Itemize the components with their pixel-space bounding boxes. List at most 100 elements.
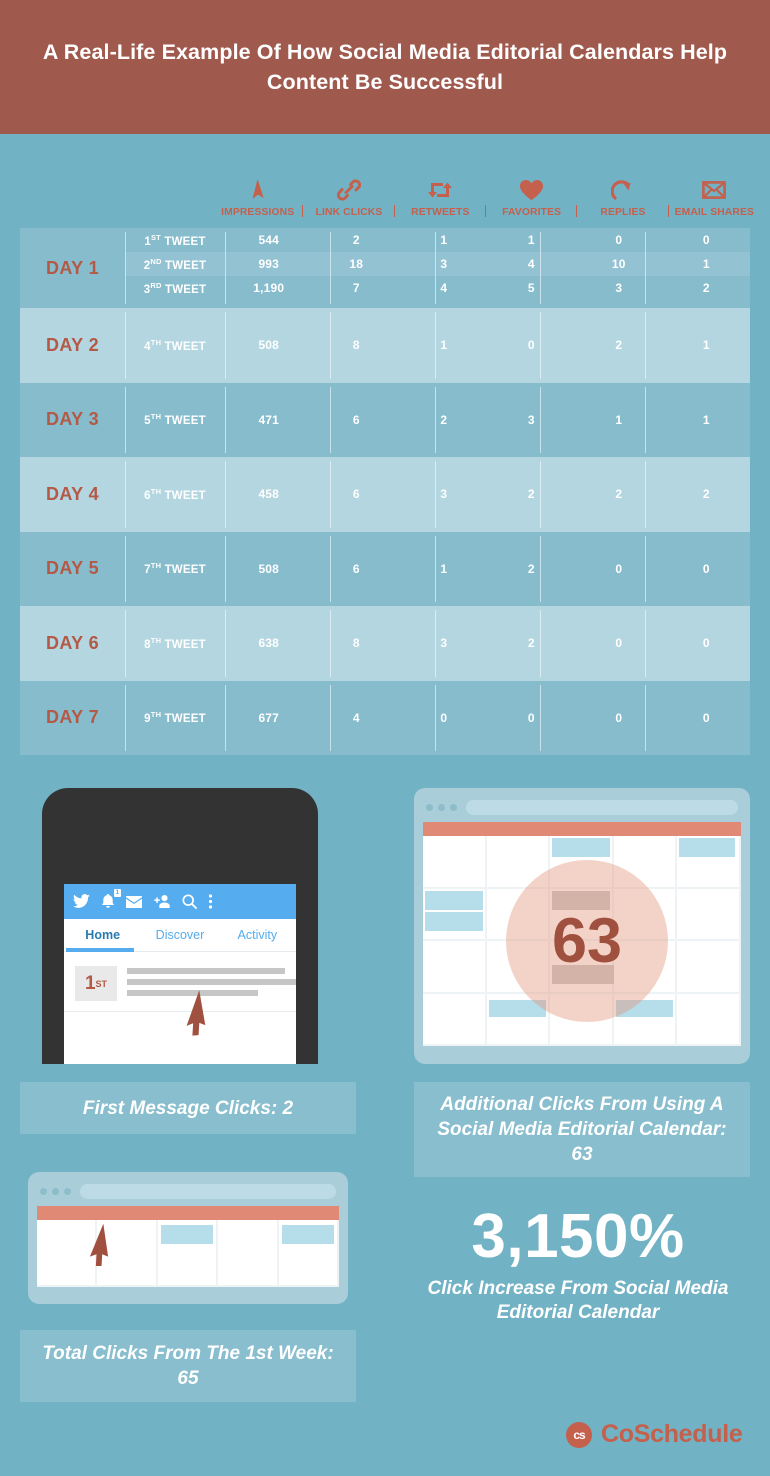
day-block: DAY 4 6TH TWEET 458 6 3 2 2 2 bbox=[20, 457, 750, 532]
column-divider bbox=[435, 610, 436, 677]
column-divider bbox=[645, 610, 646, 677]
page-header: A Real-Life Example Of How Social Media … bbox=[0, 0, 770, 134]
day-block: DAY 5 7TH TWEET 508 6 1 2 0 0 bbox=[20, 531, 750, 606]
notifications-bell-icon[interactable]: 1 bbox=[101, 889, 121, 909]
calendar-cell[interactable] bbox=[157, 1220, 219, 1287]
address-bar[interactable] bbox=[80, 1183, 336, 1199]
day-label: DAY 5 bbox=[45, 558, 100, 579]
tweet-label-cell: 2ND TWEET bbox=[143, 256, 207, 272]
calendar-cell[interactable] bbox=[677, 888, 741, 941]
metric-cell: 993 bbox=[258, 257, 280, 271]
day-label: DAY 1 bbox=[45, 257, 100, 278]
metric-cell: 0 bbox=[615, 561, 623, 576]
metric-cell: 0 bbox=[527, 338, 535, 353]
day-label: DAY 6 bbox=[45, 632, 100, 653]
column-divider bbox=[540, 610, 541, 677]
column-divider bbox=[125, 610, 126, 677]
column-divider bbox=[645, 386, 646, 453]
calendar-cell[interactable] bbox=[423, 941, 487, 994]
column-divider bbox=[125, 312, 126, 379]
link-icon bbox=[336, 176, 361, 204]
column-divider bbox=[330, 684, 331, 751]
day-rows: 5TH TWEET 471 6 2 3 1 1 bbox=[125, 383, 750, 458]
window-dot[interactable] bbox=[426, 803, 433, 811]
phone-screen: 1 Home Discover Activity 1 ST bbox=[64, 884, 296, 1064]
coschedule-logo[interactable]: cs CoSchedule bbox=[566, 1420, 743, 1449]
timeline-browser-window bbox=[28, 1172, 348, 1304]
twitter-bird-icon[interactable] bbox=[73, 894, 90, 909]
metric-cell: 1 bbox=[440, 233, 448, 247]
tweet-label-cell: 8TH TWEET bbox=[144, 635, 206, 651]
tweet-label-cell: 1ST TWEET bbox=[144, 232, 206, 248]
calendar-cell[interactable] bbox=[677, 993, 741, 1046]
cursor-arrow-icon bbox=[176, 990, 212, 1041]
coschedule-wordmark: CoSchedule bbox=[601, 1420, 743, 1448]
metric-cell: 7 bbox=[352, 281, 360, 295]
calendar-event[interactable] bbox=[552, 838, 610, 857]
window-dot[interactable] bbox=[450, 803, 457, 811]
metric-cell: 8 bbox=[352, 636, 360, 651]
day-label-cell: DAY 7 bbox=[20, 681, 125, 756]
metric-cell: 2 bbox=[527, 561, 535, 576]
calendar-event[interactable] bbox=[425, 911, 483, 931]
calendar-cell[interactable] bbox=[677, 836, 741, 889]
metric-cell: 3 bbox=[615, 281, 623, 295]
table-row: 2ND TWEET 993 18 3 4 10 1 bbox=[125, 252, 750, 276]
metric-cell: 4 bbox=[440, 281, 448, 295]
avatar-number: 1 bbox=[84, 972, 96, 994]
caption-first-message-clicks: First Message Clicks: 2 bbox=[20, 1082, 356, 1134]
metric-cell: 6 bbox=[352, 487, 360, 502]
metric-cell: 2 bbox=[527, 487, 535, 502]
messages-envelope-icon[interactable] bbox=[126, 895, 142, 908]
day-rows: 8TH TWEET 638 8 3 2 0 0 bbox=[125, 606, 750, 681]
overflow-menu-icon[interactable] bbox=[208, 894, 213, 909]
search-icon[interactable] bbox=[182, 894, 197, 909]
column-header-label: RETWEETS bbox=[411, 207, 470, 218]
tab-discover[interactable]: Discover bbox=[141, 928, 218, 942]
metric-cell: 1 bbox=[440, 338, 448, 353]
column-header-label: LINK CLICKS bbox=[315, 207, 383, 218]
calendar-cell[interactable] bbox=[677, 941, 741, 994]
metric-cell: 638 bbox=[258, 636, 280, 651]
column-header-retweets: RETWEETS bbox=[395, 164, 486, 218]
metric-cell: 1 bbox=[702, 338, 710, 353]
text-line bbox=[127, 968, 285, 974]
calendar-cell[interactable] bbox=[278, 1220, 339, 1287]
calendar-cell[interactable] bbox=[423, 836, 487, 889]
calendar-cell[interactable] bbox=[423, 888, 487, 941]
tab-home[interactable]: Home bbox=[64, 928, 141, 942]
window-dot[interactable] bbox=[40, 1187, 47, 1195]
column-divider bbox=[435, 386, 436, 453]
column-header-label: REPLIES bbox=[600, 207, 646, 218]
tab-activity[interactable]: Activity bbox=[219, 928, 296, 942]
big-stat-number: 3,150% bbox=[471, 1202, 685, 1271]
window-dot[interactable] bbox=[52, 1187, 59, 1195]
calendar-event[interactable] bbox=[425, 890, 483, 910]
column-header-label: EMAIL SHARES bbox=[674, 207, 755, 218]
window-dot[interactable] bbox=[64, 1187, 71, 1195]
column-divider bbox=[125, 461, 126, 528]
metric-cell: 18 bbox=[349, 257, 364, 271]
day-label-cell: DAY 1 bbox=[20, 228, 125, 308]
column-divider bbox=[645, 461, 646, 528]
calendar-cell[interactable] bbox=[423, 993, 487, 1046]
calendar-cell[interactable] bbox=[218, 1220, 279, 1287]
calendar-browser-window: 63 bbox=[414, 788, 750, 1064]
metric-cell: 2 bbox=[702, 281, 710, 295]
metric-cell: 1 bbox=[615, 412, 623, 427]
window-dot[interactable] bbox=[438, 803, 445, 811]
column-divider bbox=[125, 386, 126, 453]
calendar-event[interactable] bbox=[679, 838, 735, 857]
add-person-icon[interactable] bbox=[153, 895, 171, 908]
column-divider bbox=[125, 232, 126, 304]
column-divider bbox=[540, 312, 541, 379]
calendar-event[interactable] bbox=[160, 1225, 214, 1244]
metric-cell: 3 bbox=[440, 487, 448, 502]
metric-cell: 677 bbox=[258, 710, 280, 725]
metric-cell: 2 bbox=[527, 636, 535, 651]
column-divider bbox=[330, 461, 331, 528]
column-divider bbox=[330, 312, 331, 379]
column-divider bbox=[435, 535, 436, 602]
address-bar[interactable] bbox=[466, 799, 738, 815]
calendar-event[interactable] bbox=[281, 1225, 334, 1244]
